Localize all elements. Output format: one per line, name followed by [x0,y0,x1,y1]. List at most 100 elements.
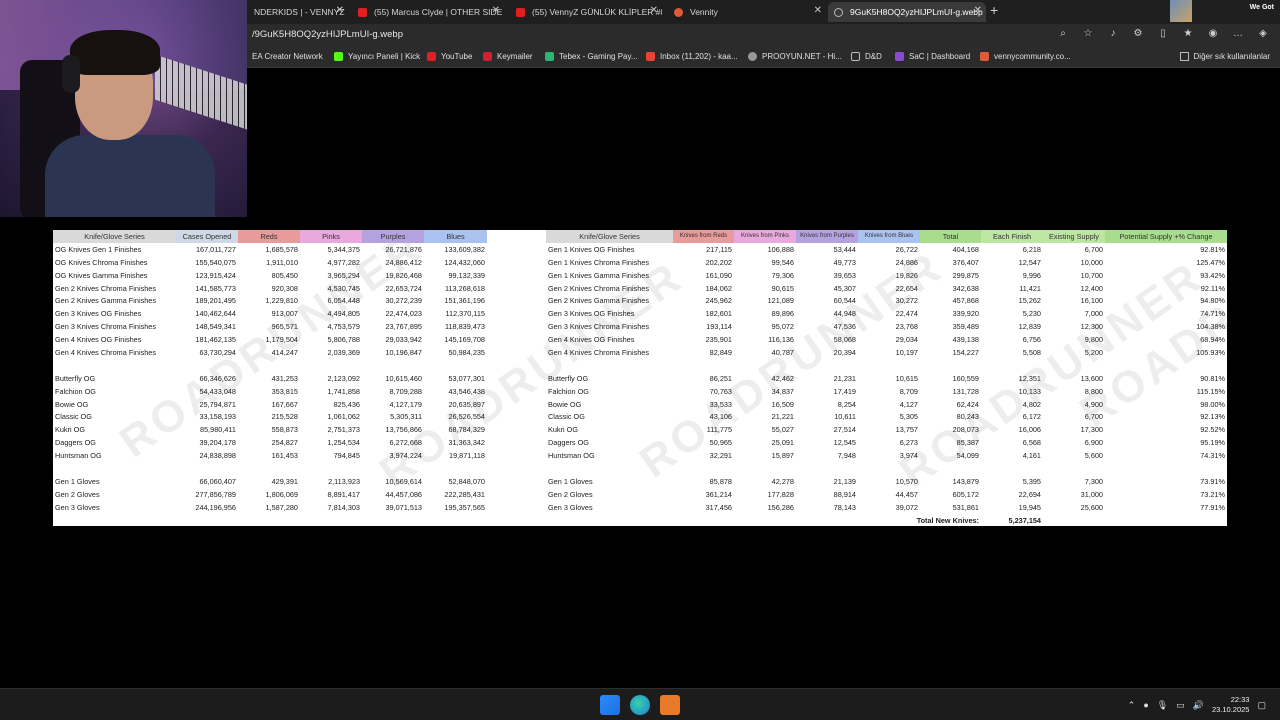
tab-vennity[interactable]: Vennity ✕ [668,2,826,22]
table-cell: 6,568 [1022,438,1041,448]
new-tab-button[interactable]: + [990,2,998,18]
folder-icon [851,52,860,61]
table-cell: 22,653,724 [385,283,422,293]
read-aloud-icon[interactable]: ♪ [1106,28,1120,39]
split-screen-icon[interactable]: ▯ [1156,28,1170,39]
close-icon[interactable]: ✕ [650,5,658,16]
table-cell: 12,547 [1018,257,1041,267]
table-cell: 85,980,411 [200,425,236,435]
table-cell: 112,370,115 [445,309,486,319]
start-windows-icon[interactable] [600,695,620,715]
table-cell: 217,115 [706,244,732,254]
table-cell: 202,202 [705,257,732,267]
table-row: Gen 2 Knives Gamma Finishes 189,201,495 1,… [53,294,487,307]
table-row [546,359,1227,372]
table-row: Gen 3 Gloves 244,196,956 1,587,280 7,814,30… [53,501,487,514]
bookmark-ea[interactable]: EA Creator Network [252,52,323,61]
table-cell: 376,407 [952,257,979,267]
network-icon[interactable]: ▭ [1176,700,1185,711]
table-cell: Gen 2 Knives Gamma Finishes [55,296,156,306]
table-cell: Kukri OG [55,425,86,435]
bookmark-prooyun[interactable]: PROOYUN.NET - Hi... [748,52,842,61]
table-row [546,462,1227,475]
clock-date: 23.10.2025 [1211,705,1250,714]
table-row: Classic OG 43,106 21,221 10,611 5,305 80,243 6… [546,410,1227,423]
table-row: Falchion OG 54,433,048 353,815 1,741,858 8,7… [53,385,487,398]
bookmark-kick[interactable]: Yayıncı Paneli | Kick [334,52,420,61]
table-cell: Gen 1 Knives Gamma Finishes [548,270,649,280]
notification-icon[interactable]: ▢ [1257,700,1266,711]
table-row [53,462,487,475]
table-cell: 913,007 [271,309,298,319]
table-cell: 156,286 [767,502,794,512]
table-cell: 404,168 [952,244,979,254]
clock[interactable]: 22:33 23.10.2025 [1212,695,1250,715]
close-icon[interactable]: ✕ [974,5,982,16]
table-cell: Gen 3 Knives OG Finishes [55,309,142,319]
table-cell: 40,787 [771,347,794,357]
table-cell: Gen 4 Knives OG Finishes [55,335,142,345]
table-cell: 90,615 [771,283,794,293]
column-header: Each Finish [981,230,1043,243]
edge-icon[interactable] [630,695,650,715]
table-row: Falchion OG 70,763 34,837 17,419 8,709 131,72… [546,385,1227,398]
table-cell: 1,254,534 [327,438,360,448]
empty-cell [673,514,734,526]
table-cell: 116,136 [768,335,794,345]
table-row: Butterfly OG 86,251 42,462 21,231 10,615 160,… [546,372,1227,385]
table-cell: 39,204,178 [199,438,236,448]
table-cell: 342,638 [952,283,979,293]
tray-app-icon[interactable]: ● [1143,700,1148,710]
bookmark-sac[interactable]: SaC | Dashboard [895,52,970,61]
microphone-icon[interactable]: 🎙 [1157,700,1168,711]
bookmark-inbox[interactable]: Inbox (11,202) - kaa... [646,52,738,61]
total-value: 5,237,154 [1008,515,1041,525]
tab-vennyz-klipler[interactable]: (55) VennyZ GÜNLÜK KLİPLER #8 ✕ [510,2,662,22]
table-cell: 12,400 [1080,283,1103,293]
table-cell [981,462,1043,475]
table-cell: 6,700 [1084,412,1103,422]
url-field[interactable]: /9GuK5H8OQ2yzHIJPLmUI-g.webp [252,29,403,40]
taskbar-apps [600,695,680,715]
bookmark-youtube[interactable]: YouTube [427,52,472,61]
table-cell: 1,806,069 [265,489,298,499]
table-cell: 92.11% [1200,283,1225,293]
vpn-icon[interactable]: ◉ [1206,28,1220,39]
table-cell: 6,273 [899,438,918,448]
table-cell: 141,585,773 [195,283,236,293]
table-cell: 16,509 [771,399,794,409]
table-cell: 20,394 [833,347,856,357]
close-icon[interactable]: ✕ [336,5,344,16]
table-row: OG Knives Gamma Finishes 123,915,424 805,4… [53,269,487,282]
empty-cell [546,514,673,526]
table-cell: 189,201,495 [195,296,236,306]
bookmark-keymailer[interactable]: Keymailer [483,52,533,61]
bookmark-dnd[interactable]: D&D [851,52,882,61]
copilot-icon[interactable]: ◈ [1256,28,1270,39]
bookmark-tebex[interactable]: Tebex - Gaming Pay... [545,52,638,61]
other-bookmarks[interactable]: Diğer sık kullanılanlar [1179,52,1270,61]
table-cell: Gen 3 Knives Chroma Finishes [55,322,156,332]
volume-icon[interactable]: 🔊 [1193,700,1204,711]
tab-venny[interactable]: NDERKIDS | - VENNYZ ✕ [248,2,348,22]
star-icon[interactable]: ☆ [1081,28,1095,39]
chevron-up-icon[interactable]: ⌃ [1128,700,1136,711]
extensions-icon[interactable]: ⚙ [1131,28,1145,39]
app-icon[interactable] [660,695,680,715]
zoom-icon[interactable]: ⌕ [1056,28,1070,39]
tab-marcus-clyde[interactable]: (55) Marcus Clyde | OTHER SIDE ✕ [352,2,504,22]
table-cell: 3,965,294 [327,270,360,280]
more-icon[interactable]: … [1231,28,1245,39]
table-cell: 1,587,280 [265,502,298,512]
table-row: OG Knives Gen 1 Finishes 167,011,727 1,685… [53,243,487,256]
favorites-icon[interactable]: ★ [1181,28,1195,39]
table-cell: 145,169,708 [444,335,485,345]
table-cell: 29,033,942 [385,335,422,345]
table-cell: 54,099 [956,451,979,461]
table-cell: 12,839 [1018,322,1041,332]
close-icon[interactable]: ✕ [492,5,500,16]
close-icon[interactable]: ✕ [814,5,822,16]
tab-webp-image[interactable]: 9GuK5H8OQ2yzHIJPLmUI-g.webp ✕ [828,2,986,22]
table-cell: 155,540,075 [195,257,236,267]
bookmark-vennycommunity[interactable]: vennycommunity.co... [980,52,1071,61]
